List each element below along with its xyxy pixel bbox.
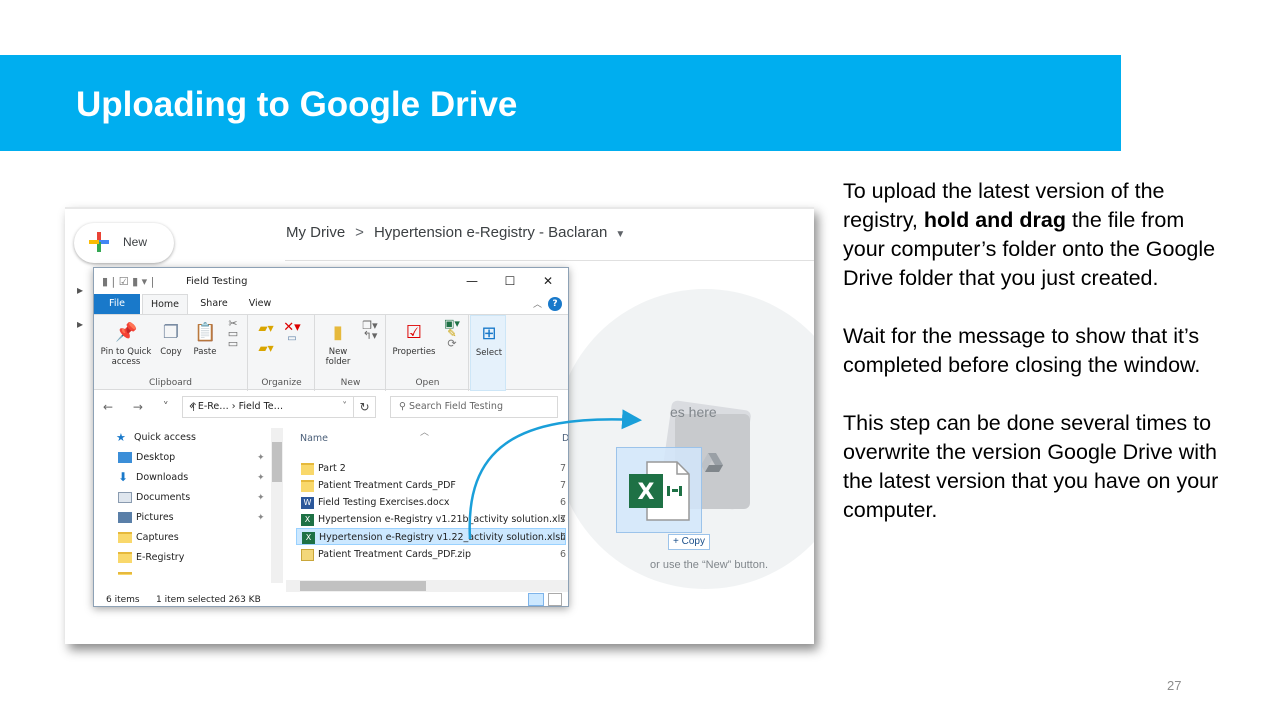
paragraph-1: To upload the latest version of the regi…	[843, 177, 1223, 293]
slide-title: Uploading to Google Drive	[76, 85, 518, 124]
instructions-text: To upload the latest version of the regi…	[843, 177, 1223, 554]
page-number: 27	[1167, 678, 1182, 693]
drag-arrow	[468, 409, 642, 540]
screenshot-panel: New My Drive > Hypertension e-Registry - B…	[65, 207, 814, 644]
paragraph-2: Wait for the message to show that it’s c…	[843, 324, 1201, 377]
text-run-bold: hold and drag	[923, 208, 1066, 232]
paragraph-3: This step can be done several times to o…	[843, 411, 1219, 522]
title-banner: Uploading to Google Drive	[0, 55, 1121, 151]
